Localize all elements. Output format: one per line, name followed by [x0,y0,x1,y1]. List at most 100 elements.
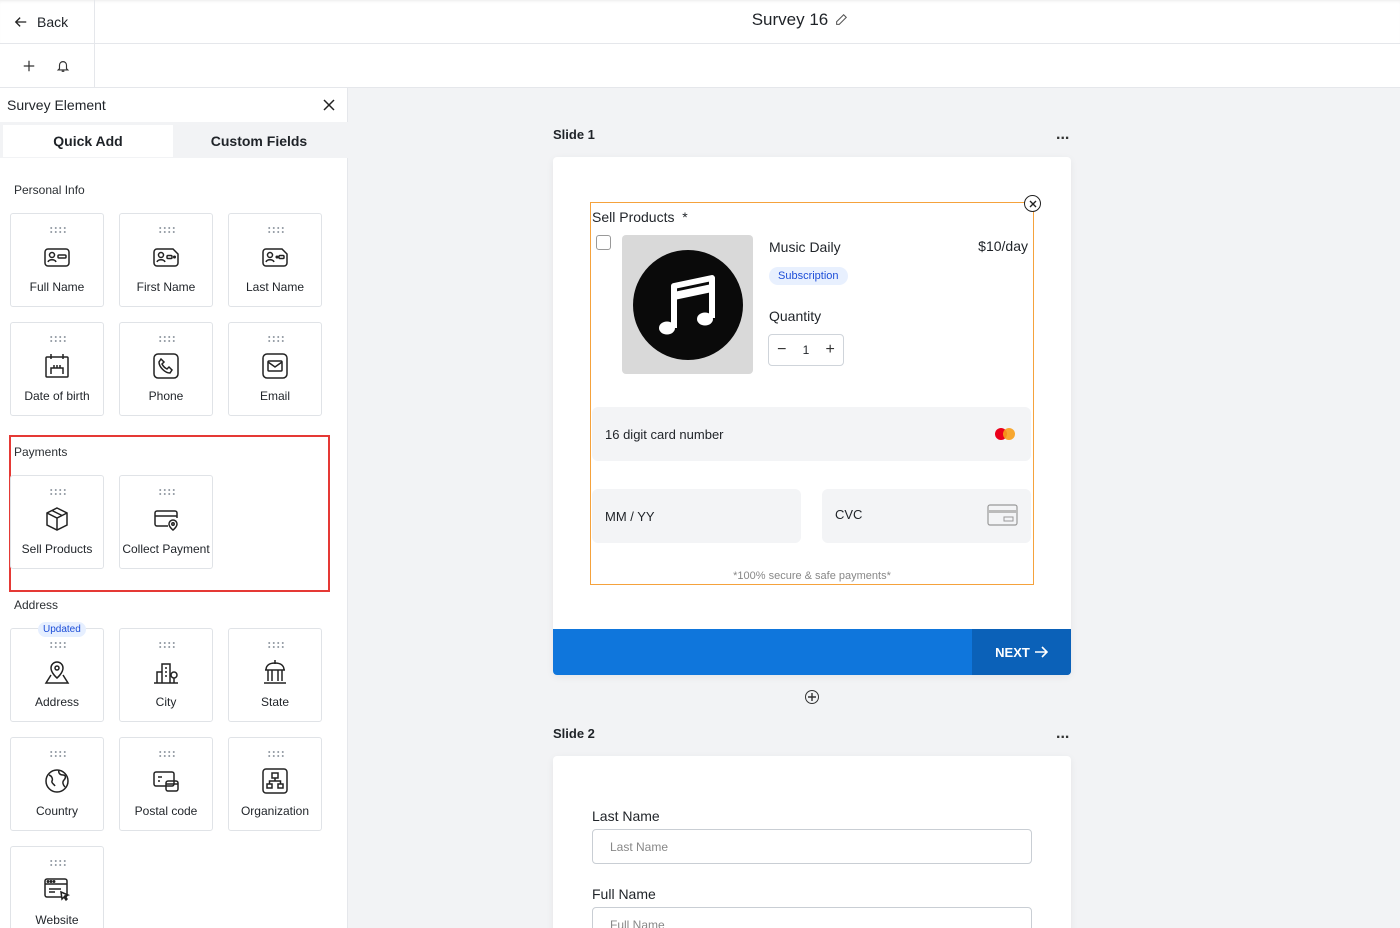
remove-element-button[interactable] [1024,195,1041,212]
element-collect-payment[interactable]: Collect Payment [119,475,213,569]
full-name-input[interactable]: Full Name [592,907,1032,928]
product-image [622,235,753,374]
mastercard-icon [995,428,1015,440]
product-checkbox[interactable] [596,235,611,250]
product-name: Music Daily [769,239,841,255]
required-mark: * [682,209,688,225]
drag-handle-icon[interactable] [158,226,176,234]
tab-quick-add[interactable]: Quick Add [3,125,173,157]
postal-icon [153,771,179,792]
card-number-input[interactable]: 16 digit card number [592,407,1031,461]
element-label: Last Name [245,280,305,294]
drag-handle-icon[interactable] [267,335,285,343]
slide-footer: NEXT [553,629,1071,675]
decrement-button[interactable]: − [777,341,786,359]
drag-handle-icon[interactable] [267,641,285,649]
pencil-icon[interactable] [834,13,848,27]
sidebar-tabs: Quick Add Custom Fields [0,122,348,158]
drag-handle-icon[interactable] [158,750,176,758]
plus-icon[interactable] [22,59,36,73]
element-label: Country [35,804,79,818]
drag-handle-icon[interactable] [49,750,67,758]
element-label: City [155,695,177,709]
close-icon [1029,200,1036,207]
element-label: Website [35,913,79,927]
survey-title[interactable]: Survey 16 [0,10,1400,30]
drag-handle-icon[interactable] [267,226,285,234]
plus-icon [808,693,816,701]
last-name-input[interactable]: Last Name [592,829,1032,864]
drag-handle-icon[interactable] [49,641,67,649]
tab-custom-fields[interactable]: Custom Fields [173,125,345,157]
section-address: Address [14,598,59,612]
cvc-input[interactable]: CVC [822,489,1031,543]
element-title-text: Sell Products [592,209,675,225]
toolbar-actions [0,44,95,87]
slide-1-menu-button[interactable]: ... [1056,127,1069,143]
cvc-placeholder: CVC [835,506,863,522]
element-sell-products[interactable]: Sell Products [10,475,104,569]
drag-handle-icon[interactable] [158,335,176,343]
element-last-name[interactable]: Last Name [228,213,322,307]
close-icon[interactable] [322,98,336,112]
element-state[interactable]: State [228,628,322,722]
element-label: State [260,695,290,709]
element-label: First Name [136,280,196,294]
box-icon [46,507,68,531]
card-icon [987,504,1018,526]
city-icon [154,663,178,684]
element-organization[interactable]: Organization [228,737,322,831]
element-date-of-birth[interactable]: Date of birth [10,322,104,416]
element-postal-code[interactable]: Postal code [119,737,213,831]
element-first-name[interactable]: First Name [119,213,213,307]
add-slide-button[interactable] [805,690,819,704]
element-city[interactable]: City [119,628,213,722]
expiry-placeholder: MM / YY [605,508,655,524]
arrow-right-icon [1034,646,1048,658]
slide-1-label: Slide 1 [553,127,595,142]
element-title: Sell Products * [592,209,688,225]
element-label: Email [259,389,290,403]
full-name-label: Full Name [592,886,656,902]
secure-payment-note: *100% secure & safe payments* [733,570,891,582]
id-card-icon [44,248,70,267]
quantity-label: Quantity [769,308,822,324]
element-label: Collect Payment [122,542,210,556]
drag-handle-icon[interactable] [49,859,67,867]
element-label: Date of birth [24,389,90,403]
full-name-placeholder: Full Name [610,917,665,928]
increment-button[interactable]: + [826,341,835,359]
music-note-icon [632,249,743,360]
sidebar-title: Survey Element [7,97,106,113]
card-number-placeholder: 16 digit card number [605,426,724,442]
slide-1: Sell Products * Music Daily $10/day Subs… [553,157,1071,675]
element-label: Address [34,695,80,709]
drag-handle-icon[interactable] [49,226,67,234]
drag-handle-icon[interactable] [267,750,285,758]
drag-handle-icon[interactable] [158,488,176,496]
element-email[interactable]: Email [228,322,322,416]
website-icon [44,878,71,902]
slide-2-label: Slide 2 [553,726,595,741]
element-label: Postal code [134,804,198,818]
calendar-cake-icon [45,354,69,378]
element-country[interactable]: Country [10,737,104,831]
secondary-toolbar [0,44,1400,88]
globe-icon [45,769,69,793]
element-address[interactable]: Updated Address [10,622,104,722]
survey-element-sidebar: Survey Element Quick Add Custom Fields P… [0,88,348,928]
quantity-value: 1 [802,343,810,357]
next-button[interactable]: NEXT [972,629,1071,675]
slide-2-menu-button[interactable]: ... [1056,726,1069,742]
drag-handle-icon[interactable] [49,488,67,496]
drag-handle-icon[interactable] [49,335,67,343]
drag-handle-icon[interactable] [158,641,176,649]
element-full-name[interactable]: Full Name [10,213,104,307]
last-name-placeholder: Last Name [610,839,669,854]
bell-icon[interactable] [56,59,70,73]
element-label: Phone [148,389,184,403]
updated-badge: Updated [38,622,86,637]
expiry-input[interactable]: MM / YY [592,489,801,543]
element-website[interactable]: Website [10,846,104,928]
element-phone[interactable]: Phone [119,322,213,416]
